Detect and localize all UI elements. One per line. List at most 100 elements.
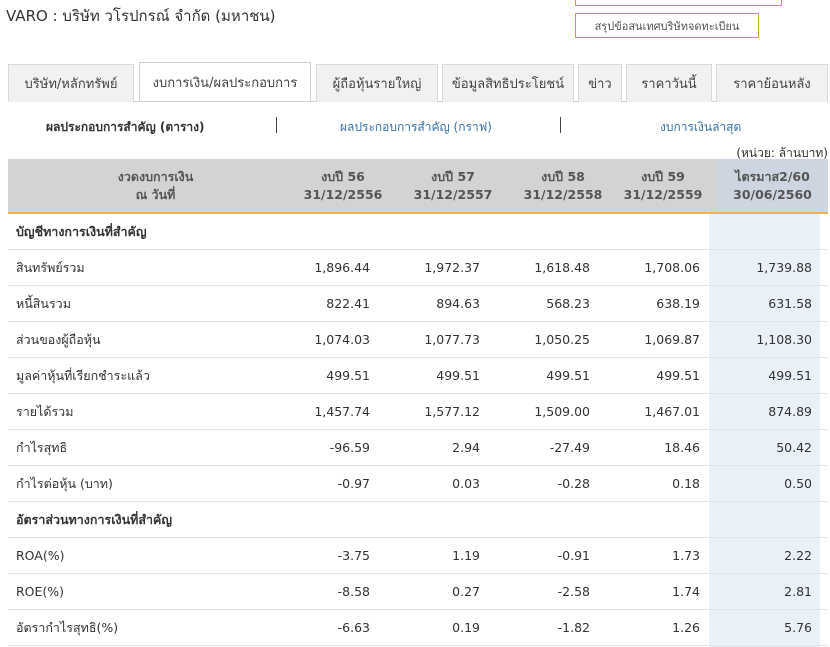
header-col-title: งบปี 57 xyxy=(431,169,475,184)
row-value: -3.75 xyxy=(337,548,370,563)
header-col-title: งบปี 58 xyxy=(541,169,585,184)
tab-company[interactable]: บริษัท/หลักทรัพย์ xyxy=(8,64,134,102)
header-col-date: 31/12/2556 xyxy=(303,187,383,202)
subnav-divider xyxy=(276,117,277,133)
row-value: 1,050.25 xyxy=(534,332,590,347)
row-value: 2.94 xyxy=(452,440,480,455)
table-row: หนี้สินรวม 822.41 894.63 568.23 638.19 631.58 xyxy=(8,286,828,322)
main-tabs: บริษัท/หลักทรัพย์ งบการเงิน/ผลประกอบการ … xyxy=(8,62,828,102)
row-value: 1,074.03 xyxy=(314,332,370,347)
row-value: 18.46 xyxy=(664,440,700,455)
top-button[interactable] xyxy=(575,0,782,6)
section-row: อัตราส่วนทางการเงินที่สำคัญ xyxy=(8,502,828,538)
header-col: งบปี 59 31/12/2559 xyxy=(608,168,718,204)
row-value: 499.51 xyxy=(656,368,700,383)
row-value: 2.22 xyxy=(784,548,812,563)
row-value: -6.63 xyxy=(337,620,370,635)
subnav-divider xyxy=(560,117,561,133)
row-value: 1,739.88 xyxy=(756,260,812,275)
row-value: 1,108.30 xyxy=(756,332,812,347)
row-value: 822.41 xyxy=(326,296,370,311)
row-value: -0.91 xyxy=(557,548,590,563)
table-row: ROE(%) -8.58 0.27 -2.58 1.74 2.81 xyxy=(8,574,828,610)
subnav-results-chart[interactable]: ผลประกอบการสำคัญ (กราฟ) xyxy=(340,118,492,137)
row-label: มูลค่าหุ้นที่เรียกชำระแล้ว xyxy=(16,368,150,383)
header-col-highlight: ไตรมาส2/60 30/06/2560 xyxy=(717,159,828,212)
header-col-date: 30/06/2560 xyxy=(733,187,812,202)
row-value: 499.51 xyxy=(326,368,370,383)
row-value: 499.51 xyxy=(436,368,480,383)
row-value: 638.19 xyxy=(656,296,700,311)
row-value: 1,577.12 xyxy=(424,404,480,419)
row-value: 0.27 xyxy=(452,584,480,599)
financial-table-body: บัญชีทางการเงินที่สำคัญสินทรัพย์รวม 1,896… xyxy=(8,214,828,646)
row-value: 1,069.87 xyxy=(644,332,700,347)
row-value: 0.50 xyxy=(784,476,812,491)
table-row: กำไรสุทธิ -96.59 2.94 -27.49 18.46 50.42 xyxy=(8,430,828,466)
tab-major-shareholders[interactable]: ผู้ถือหุ้นรายใหญ่ xyxy=(316,64,438,102)
table-row: ส่วนของผู้ถือหุ้น 1,074.03 1,077.73 1,050.2… xyxy=(8,322,828,358)
header-label-line2: ณ วันที่ xyxy=(135,187,176,202)
header-col-date: 31/12/2559 xyxy=(623,187,703,202)
tab-price-today[interactable]: ราคาวันนี้ xyxy=(626,64,712,102)
header-col-title: ไตรมาส2/60 xyxy=(735,169,810,184)
page-title: VARO : บริษัท วโรปกรณ์ จำกัด (มหาชน) xyxy=(6,7,276,25)
header-col: งบปี 57 31/12/2557 xyxy=(398,168,508,204)
subnav-results-table[interactable]: ผลประกอบการสำคัญ (ตาราง) xyxy=(46,118,204,137)
table-row: รายได้รวม 1,457.74 1,577.12 1,509.00 1,467.0… xyxy=(8,394,828,430)
row-value: 1,972.37 xyxy=(424,260,480,275)
row-value: 0.19 xyxy=(452,620,480,635)
row-label: อัตรากำไรสุทธิ(%) xyxy=(16,620,119,635)
row-value: -0.28 xyxy=(557,476,590,491)
section-row: บัญชีทางการเงินที่สำคัญ xyxy=(8,214,828,250)
row-value: -0.97 xyxy=(337,476,370,491)
header-col: งบปี 58 31/12/2558 xyxy=(508,168,618,204)
row-value: 1.73 xyxy=(672,548,700,563)
row-label: รายได้รวม xyxy=(16,404,74,419)
row-value: 894.63 xyxy=(436,296,480,311)
row-value: 50.42 xyxy=(776,440,812,455)
subnav-latest-statements[interactable]: งบการเงินล่าสุด xyxy=(660,118,741,137)
row-value: 1,708.06 xyxy=(644,260,700,275)
row-value: 1,467.01 xyxy=(644,404,700,419)
table-row: สินทรัพย์รวม 1,896.44 1,972.37 1,618.48 1,70… xyxy=(8,250,828,286)
table-row: กำไรต่อหุ้น (บาท) -0.97 0.03 -0.28 0.18 0.50 xyxy=(8,466,828,502)
row-value: 499.51 xyxy=(768,368,812,383)
tab-news[interactable]: ข่าว xyxy=(578,64,622,102)
row-value: -1.82 xyxy=(557,620,590,635)
header-col-date: 31/12/2558 xyxy=(523,187,603,202)
row-label: กำไรสุทธิ xyxy=(16,440,68,455)
row-value: 1.19 xyxy=(452,548,480,563)
row-value: -2.58 xyxy=(557,584,590,599)
tab-financials[interactable]: งบการเงิน/ผลประกอบการ xyxy=(139,62,311,101)
header-col: งบปี 56 31/12/2556 xyxy=(288,168,398,204)
row-value: 1.26 xyxy=(672,620,700,635)
row-value: 0.18 xyxy=(672,476,700,491)
row-label: ROA(%) xyxy=(16,548,65,563)
row-label: ส่วนของผู้ถือหุ้น xyxy=(16,332,101,347)
tab-price-history[interactable]: ราคาย้อนหลัง xyxy=(716,64,828,102)
row-value: 2.81 xyxy=(784,584,812,599)
table-row: มูลค่าหุ้นที่เรียกชำระแล้ว 499.51 499.51 49… xyxy=(8,358,828,394)
row-label: สินทรัพย์รวม xyxy=(16,260,85,275)
summary-info-button[interactable]: สรุปข้อสนเทศบริษัทจดทะเบียน xyxy=(575,13,759,38)
header-col-title: งบปี 56 xyxy=(321,169,365,184)
row-value: 631.58 xyxy=(768,296,812,311)
table-row: อัตรากำไรสุทธิ(%) -6.63 0.19 -1.82 1.26 5.76 xyxy=(8,610,828,646)
row-value: 1,896.44 xyxy=(314,260,370,275)
row-value: 1.74 xyxy=(672,584,700,599)
header-col-title: งบปี 59 xyxy=(641,169,685,184)
row-label: อัตราส่วนทางการเงินที่สำคัญ xyxy=(16,512,173,527)
row-label: บัญชีทางการเงินที่สำคัญ xyxy=(16,224,147,239)
row-value: 1,457.74 xyxy=(314,404,370,419)
row-value: 1,077.73 xyxy=(424,332,480,347)
row-value: 568.23 xyxy=(546,296,590,311)
tab-rights[interactable]: ข้อมูลสิทธิประโยชน์ xyxy=(442,64,574,102)
row-value: 1,618.48 xyxy=(534,260,590,275)
row-value: 0.03 xyxy=(452,476,480,491)
row-value: 5.76 xyxy=(784,620,812,635)
header-period-label: งวดงบการเงิน ณ วันที่ xyxy=(8,168,303,204)
header-label-line1: งวดงบการเงิน xyxy=(117,169,194,184)
row-value: -8.58 xyxy=(337,584,370,599)
row-value: 499.51 xyxy=(546,368,590,383)
